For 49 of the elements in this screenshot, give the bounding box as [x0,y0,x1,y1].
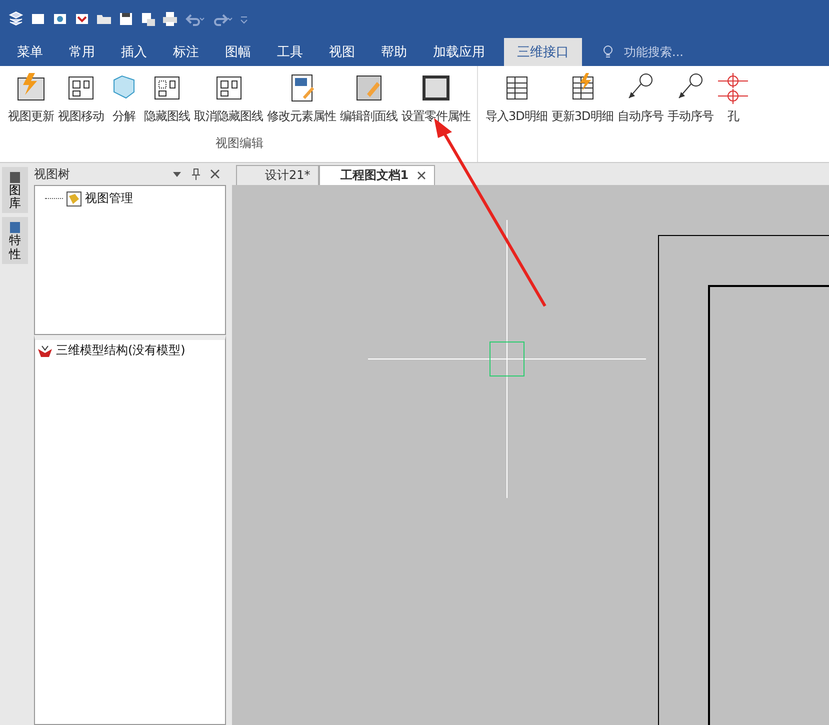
tree-item[interactable]: 视图管理 [35,190,225,207]
dropdown-icon[interactable] [172,169,182,179]
menu-tab[interactable]: 工具 [264,38,316,66]
mail-icon[interactable] [74,11,90,27]
ribbon-button[interactable]: 取消隐藏图线 [192,72,265,125]
library-icon [9,170,21,184]
image-file-icon[interactable] [52,11,68,27]
close-icon[interactable] [416,171,426,180]
menu-tab[interactable]: 图幅 [212,38,264,66]
side-tab[interactable]: 特性 [2,217,28,264]
ribbon-button[interactable]: 设置零件属性 [400,72,472,125]
ribbon-button[interactable]: 分解 [106,72,142,125]
ribbon-button[interactable]: 视图更新 [6,72,56,125]
document-tab[interactable]: 设计21* [236,165,320,185]
menu-tab[interactable]: 帮助 [368,38,420,66]
close-icon[interactable] [210,169,220,179]
ribbon-button[interactable]: 手动序号 [665,72,716,125]
ribbon-button[interactable]: 导入3D明细 [484,72,550,125]
app-logo-icon [8,11,24,27]
ribbon-button[interactable]: 编辑剖面线 [338,72,400,125]
menu-tab[interactable]: 视图 [316,38,368,66]
panel-title: 视图树 [34,166,71,182]
save-icon[interactable] [118,11,134,27]
menu-tab[interactable]: 菜单 [4,38,56,66]
model-structure-item[interactable]: 三维模型结构(没有模型) [37,342,223,359]
save-all-icon[interactable] [140,11,156,27]
side-tab[interactable]: 图库 [2,167,28,214]
ribbon-button[interactable]: 更新3D明细 [549,72,616,125]
ribbon-button[interactable]: 孔 [715,72,752,125]
search-field[interactable]: 功能搜索... [622,44,736,60]
lightbulb-icon [602,45,614,59]
pin-icon[interactable] [191,168,201,180]
folder-view-icon [66,190,82,206]
ribbon-button[interactable]: 隐藏图线 [142,72,192,125]
menu-tab[interactable]: 加载应用 [420,38,498,66]
tool-icon [717,72,750,104]
ribbon-button[interactable]: 视图移动 [56,72,106,125]
document-tab[interactable]: 工程图文档1 [319,165,435,185]
new-file-icon[interactable] [30,11,46,27]
menu-tab[interactable]: 标注 [160,38,212,66]
ribbon-button[interactable]: 修改元素属性 [265,72,338,125]
ribbon-button[interactable]: 自动序号 [615,72,666,125]
group-label: 视图编辑 [214,135,264,152]
menu-tab[interactable]: 常用 [56,38,108,66]
print-icon[interactable] [162,11,178,27]
menu-tab[interactable]: 插入 [108,38,160,66]
model-icon [37,344,53,358]
properties-icon [9,220,21,234]
menu-tab[interactable]: 三维接口 [504,38,582,66]
